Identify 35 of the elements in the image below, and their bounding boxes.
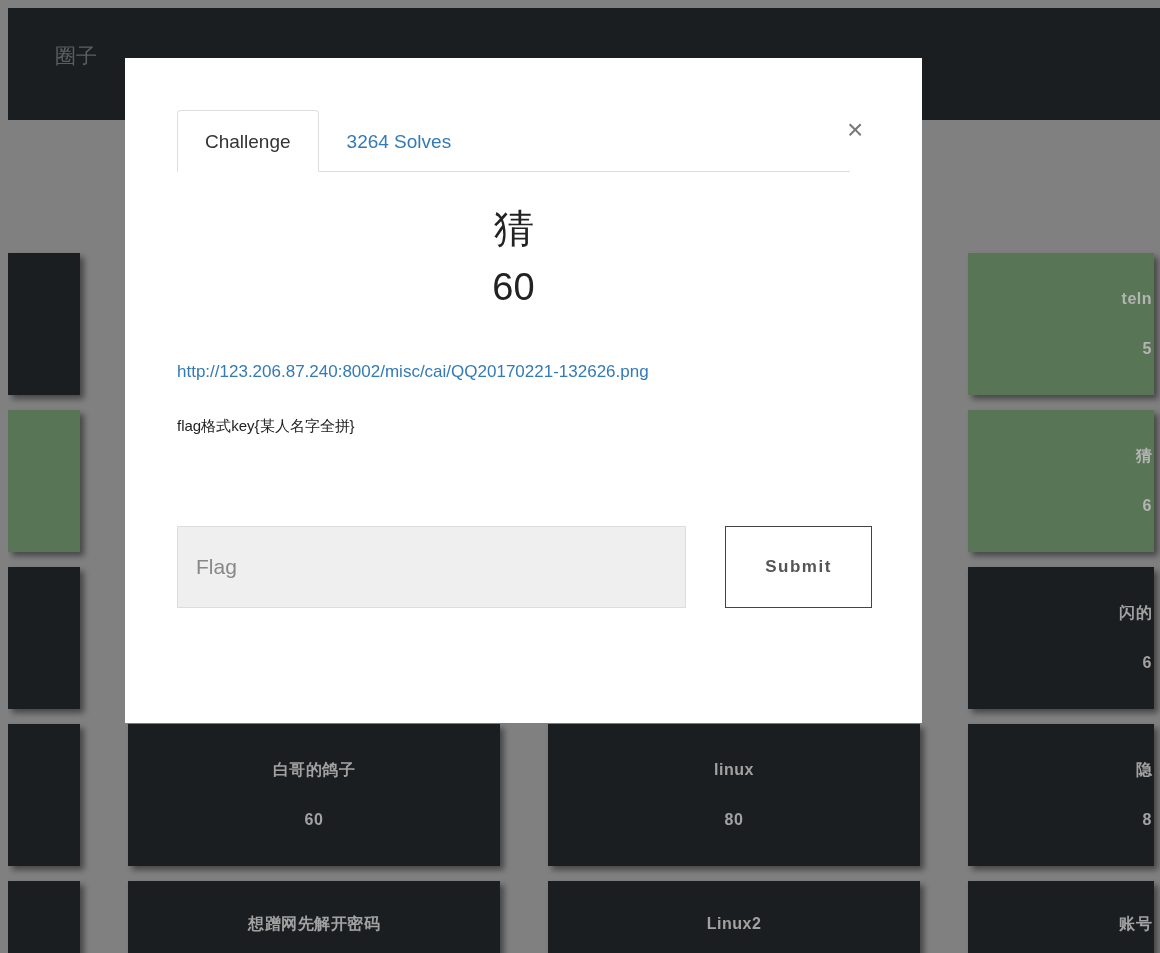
flag-input-field[interactable]: Flag xyxy=(177,526,686,608)
challenge-name: teln xyxy=(1121,289,1152,309)
challenge-title: 猜 xyxy=(492,205,535,252)
challenge-points: 60 xyxy=(491,265,536,310)
challenge-card[interactable]: Linux2 xyxy=(548,881,920,953)
challenge-points: 5 xyxy=(1142,339,1152,359)
close-button[interactable]: × xyxy=(847,116,864,144)
challenge-name: 想蹭网先解开密码 xyxy=(248,914,380,934)
file-link[interactable]: http://123.206.87.240:8002/misc/cai/QQ20170221-132626.png xyxy=(177,362,649,382)
challenge-card[interactable]: 闪的 6 xyxy=(968,567,1154,709)
challenge-points: 6 xyxy=(1142,653,1152,673)
challenge-name: 白哥的鸽子 xyxy=(272,760,356,780)
challenge-card[interactable]: linux 80 xyxy=(548,724,920,866)
challenge-card[interactable]: 想蹭网先解开密码 xyxy=(128,881,500,953)
challenge-points: 6 xyxy=(1142,496,1152,516)
challenge-card[interactable] xyxy=(8,410,80,552)
challenge-card[interactable] xyxy=(8,253,80,395)
challenge-name: Linux2 xyxy=(706,914,762,934)
challenge-points: 8 xyxy=(1142,810,1152,830)
challenge-name: 闪的 xyxy=(1119,603,1152,623)
challenge-points: 80 xyxy=(724,810,744,830)
challenge-card[interactable] xyxy=(8,567,80,709)
submit-button[interactable]: Submit xyxy=(725,526,872,608)
tab[interactable]: Challenge xyxy=(177,110,319,172)
challenge-card[interactable]: 隐 8 xyxy=(968,724,1154,866)
challenge-name: 账号 xyxy=(1119,914,1152,934)
challenge-points: 60 xyxy=(304,810,324,830)
challenge-name: linux xyxy=(714,760,754,780)
challenge-card[interactable] xyxy=(8,724,80,866)
challenge-name: 隐 xyxy=(1135,760,1152,780)
challenge-name: 猜 xyxy=(1135,446,1152,466)
tab[interactable]: 3264 Solves xyxy=(318,110,480,172)
challenge-card[interactable]: 白哥的鸽子 60 xyxy=(128,724,500,866)
challenge-card[interactable]: 账号 xyxy=(968,881,1154,953)
challenge-description: flag格式key{某人名字全拼} xyxy=(177,417,356,436)
